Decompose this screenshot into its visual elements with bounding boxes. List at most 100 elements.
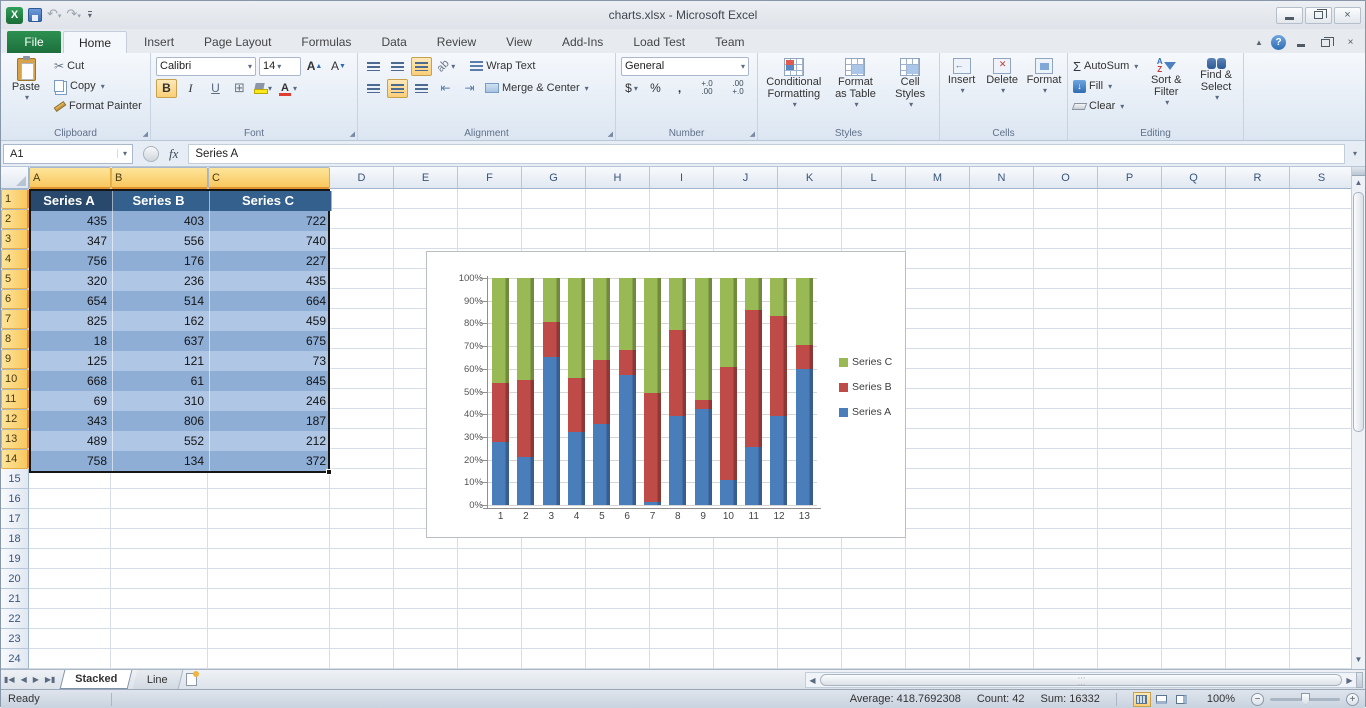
chart-bar[interactable]: [720, 278, 737, 505]
chart-bar[interactable]: [745, 278, 762, 505]
format-painter-button[interactable]: Format Painter: [52, 96, 144, 116]
redo-icon[interactable]: ↷▾: [66, 7, 80, 24]
number-dialog-launcher-icon[interactable]: ◢: [750, 130, 755, 138]
paste-button[interactable]: Paste: [4, 56, 48, 116]
chart-bar-segment-series-a[interactable]: [796, 369, 813, 505]
legend-item[interactable]: Series A: [839, 406, 892, 418]
page-layout-view-button[interactable]: [1153, 692, 1171, 707]
table-header-cell[interactable]: Series A: [31, 191, 113, 211]
chart-bar[interactable]: [568, 278, 585, 505]
table-cell[interactable]: 18: [31, 331, 113, 351]
ribbon-tab-data[interactable]: Data: [366, 31, 421, 53]
column-header-N[interactable]: N: [970, 167, 1034, 189]
help-icon[interactable]: ?: [1271, 35, 1286, 50]
font-color-button[interactable]: A: [277, 79, 299, 98]
clear-button[interactable]: Clear: [1071, 96, 1140, 116]
align-bottom-button[interactable]: [411, 57, 432, 76]
table-cell[interactable]: 372: [210, 451, 332, 471]
table-cell[interactable]: 668: [31, 371, 113, 391]
scroll-right-icon[interactable]: ▶: [1343, 676, 1356, 685]
column-header-I[interactable]: I: [650, 167, 714, 189]
column-header-Q[interactable]: Q: [1162, 167, 1226, 189]
table-cell[interactable]: 125: [31, 351, 113, 371]
ribbon-tab-view[interactable]: View: [491, 31, 547, 53]
table-cell[interactable]: 187: [210, 411, 332, 431]
insert-function-icon[interactable]: fx: [161, 146, 186, 162]
horizontal-scrollbar[interactable]: ◀ ▶: [805, 672, 1357, 688]
column-header-F[interactable]: F: [458, 167, 522, 189]
font-family-select[interactable]: Calibri: [156, 57, 256, 76]
chart-bar-segment-series-a[interactable]: [644, 502, 661, 505]
save-icon[interactable]: [28, 8, 42, 22]
expand-formula-bar-icon[interactable]: ▾: [1347, 149, 1363, 158]
table-cell[interactable]: 825: [31, 311, 113, 331]
row-header-15[interactable]: 15: [1, 469, 29, 489]
chart-bar-segment-series-c[interactable]: [619, 278, 636, 350]
qat-customize-icon[interactable]: ▾: [88, 11, 92, 19]
decrease-decimal-button[interactable]: .00 +.0: [724, 79, 752, 98]
chart-bar-segment-series-b[interactable]: [720, 367, 737, 480]
cell-styles-button[interactable]: Cell Styles: [884, 56, 936, 111]
row-header-21[interactable]: 21: [1, 589, 29, 609]
table-cell[interactable]: 343: [31, 411, 113, 431]
chart-bar-segment-series-b[interactable]: [619, 350, 636, 375]
accounting-format-button[interactable]: $: [621, 79, 642, 98]
row-header-8[interactable]: 8: [1, 329, 29, 349]
row-header-19[interactable]: 19: [1, 549, 29, 569]
ribbon-tab-page-layout[interactable]: Page Layout: [189, 31, 286, 53]
row-header-6[interactable]: 6: [1, 289, 29, 309]
name-box[interactable]: A1 ▾: [3, 144, 133, 164]
sheet-tab-stacked[interactable]: Stacked: [60, 670, 133, 689]
table-cell[interactable]: 664: [210, 291, 332, 311]
column-header-K[interactable]: K: [778, 167, 842, 189]
chart-bar-segment-series-a[interactable]: [517, 457, 534, 505]
italic-button[interactable]: [180, 79, 201, 98]
column-header-D[interactable]: D: [330, 167, 394, 189]
column-header-J[interactable]: J: [714, 167, 778, 189]
table-cell[interactable]: 459: [210, 311, 332, 331]
chart-bar[interactable]: [517, 278, 534, 505]
table-cell[interactable]: 227: [210, 251, 332, 271]
row-header-9[interactable]: 9: [1, 349, 29, 369]
row-header-1[interactable]: 1: [1, 189, 29, 209]
copy-button[interactable]: Copy: [52, 76, 144, 96]
scroll-up-icon[interactable]: ▲: [1352, 176, 1365, 190]
table-cell[interactable]: 246: [210, 391, 332, 411]
chart-bar-segment-series-b[interactable]: [669, 330, 686, 416]
chart-bar-segment-series-a[interactable]: [593, 424, 610, 505]
table-cell[interactable]: 176: [113, 251, 210, 271]
chart-bar[interactable]: [644, 278, 661, 505]
table-cell[interactable]: 675: [210, 331, 332, 351]
chart-bar[interactable]: [796, 278, 813, 505]
table-cell[interactable]: 722: [210, 211, 332, 231]
column-header-H[interactable]: H: [586, 167, 650, 189]
chart-bar-segment-series-b[interactable]: [593, 360, 610, 424]
table-cell[interactable]: 806: [113, 411, 210, 431]
chart-bar-segment-series-c[interactable]: [745, 278, 762, 310]
minimize-button[interactable]: [1276, 7, 1303, 24]
table-cell[interactable]: 310: [113, 391, 210, 411]
align-top-button[interactable]: [363, 57, 384, 76]
page-break-view-button[interactable]: [1173, 692, 1191, 707]
chart-bar-segment-series-c[interactable]: [796, 278, 813, 345]
zoom-out-icon[interactable]: −: [1251, 693, 1264, 706]
chart-bar[interactable]: [593, 278, 610, 505]
chart-bar[interactable]: [669, 278, 686, 505]
table-cell[interactable]: 435: [31, 211, 113, 231]
collapse-ribbon-icon[interactable]: ▲: [1251, 36, 1267, 50]
table-cell[interactable]: 654: [31, 291, 113, 311]
chart-bar-segment-series-c[interactable]: [669, 278, 686, 330]
table-cell[interactable]: 61: [113, 371, 210, 391]
sort-filter-button[interactable]: AZ Sort & Filter: [1142, 56, 1190, 116]
table-cell[interactable]: 756: [31, 251, 113, 271]
table-cell[interactable]: 121: [113, 351, 210, 371]
select-all-corner[interactable]: [1, 167, 29, 189]
chart-bar-segment-series-c[interactable]: [568, 278, 585, 378]
row-header-5[interactable]: 5: [1, 269, 29, 289]
fill-button[interactable]: ↓Fill: [1071, 76, 1140, 96]
tab-file[interactable]: File: [7, 31, 61, 53]
column-header-B[interactable]: B: [111, 167, 208, 189]
delete-cells-button[interactable]: Delete: [982, 56, 1022, 97]
chart-bar-segment-series-c[interactable]: [720, 278, 737, 367]
merge-center-button[interactable]: Merge & Center: [483, 78, 591, 98]
